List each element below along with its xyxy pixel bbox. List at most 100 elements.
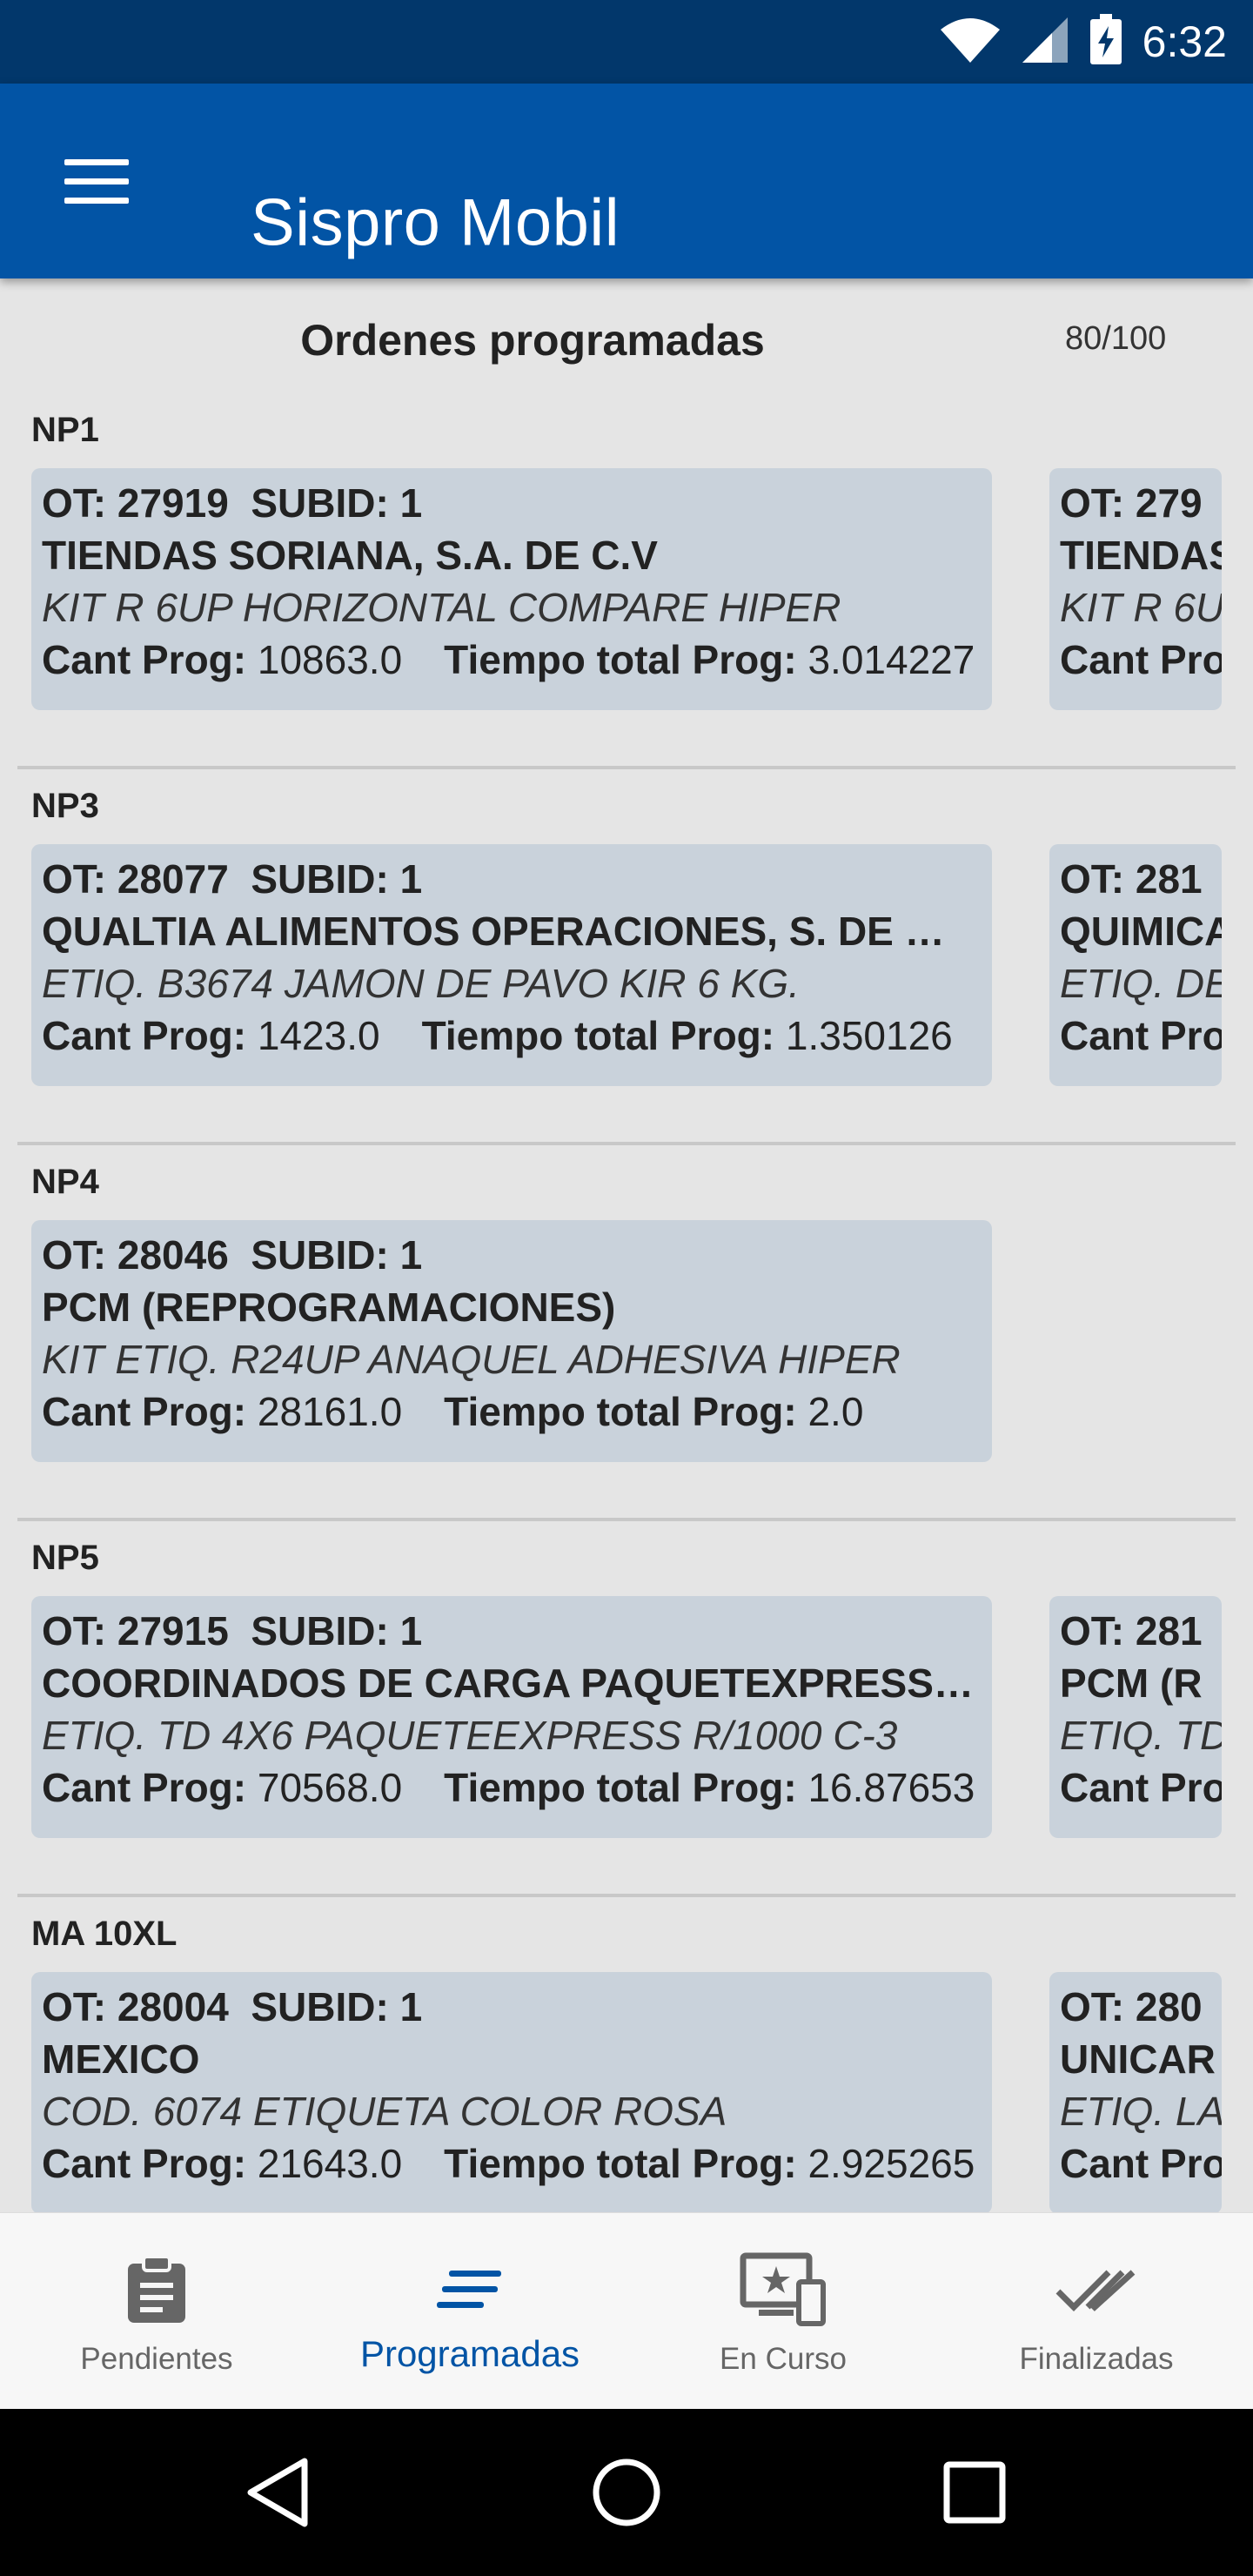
subid-label: SUBID: [251, 480, 389, 526]
cant-value: 28161.0 [257, 1389, 403, 1434]
clipboard-icon [126, 2250, 187, 2330]
cant-label: Cant Pro [1060, 1013, 1222, 1058]
product-name: ETIQ. LA [1060, 2089, 1222, 2134]
recents-icon[interactable] [926, 2444, 1023, 2541]
tiempo-value: 3.014227 [807, 637, 975, 682]
back-icon[interactable] [230, 2444, 327, 2541]
nav-label: En Curso [720, 2342, 847, 2376]
hamburger-menu-icon[interactable] [49, 141, 146, 221]
devices-star-icon [740, 2250, 827, 2330]
ot-label: OT: [1060, 1984, 1125, 2029]
subid-value: 1 [399, 1232, 423, 1278]
tiempo-label: Tiempo total Prog: [421, 1013, 775, 1058]
tiempo-label: Tiempo total Prog: [444, 637, 797, 682]
app-title: Sispro Mobil [251, 185, 620, 260]
tiempo-value: 2.925265 [807, 2141, 975, 2186]
section-np1: NP1 OT: 27919 SUBID: 1 TIENDAS SORIANA, … [0, 392, 1253, 769]
nav-tab-pendientes[interactable]: Pendientes [0, 2213, 313, 2410]
cant-label: Cant Pro [1060, 1765, 1222, 1810]
system-navigation-bar [0, 2409, 1253, 2576]
subid-label: SUBID: [251, 1232, 389, 1278]
status-bar: 6:32 [0, 0, 1253, 84]
product-name: KIT ETIQ. R24UP ANAQUEL ADHESIVA HIPER [42, 1337, 901, 1382]
ot-label: OT: [42, 1984, 107, 2029]
section-np3: NP3 OT: 28077 SUBID: 1 QUALTIA ALIMENTOS… [0, 768, 1253, 1145]
tiempo-label: Tiempo total Prog: [444, 1765, 797, 1810]
subid-label: SUBID: [251, 856, 389, 902]
subid-label: SUBID: [251, 1984, 389, 2029]
nav-label: Programadas [359, 2333, 580, 2374]
section-name: MA 10XL [31, 1915, 178, 1953]
cant-label: Cant Prog: [42, 1389, 247, 1434]
ot-number: 27915 [117, 1608, 229, 1654]
order-card-peek[interactable]: OT: 281 QUIMICA ETIQ. DE Cant Pro [1049, 844, 1222, 1086]
client-name: COORDINADOS DE CARGA PAQUETEXPRESS … [42, 1660, 982, 1706]
product-name: ETIQ. DE [1060, 961, 1222, 1006]
subid-label: SUBID: [251, 1608, 389, 1654]
bottom-navigation: Pendientes Programadas En Curso Finaliza… [0, 2212, 1253, 2409]
status-time: 6:32 [1142, 17, 1227, 66]
order-card[interactable]: OT: 28004 SUBID: 1 MEXICO COD. 6074 ETIQ… [31, 1972, 992, 2212]
ot-label: OT: [42, 1232, 107, 1278]
order-card[interactable]: OT: 28077 SUBID: 1 QUALTIA ALIMENTOS OPE… [31, 844, 992, 1086]
home-icon[interactable] [578, 2444, 675, 2541]
section-np4: NP4 OT: 28046 SUBID: 1 PCM (REPROGRAMACI… [0, 1144, 1253, 1521]
nav-label: Pendientes [80, 2342, 233, 2376]
nav-label: Finalizadas [1019, 2342, 1174, 2376]
battery-charging-icon [1089, 13, 1123, 70]
client-name: TIENDAS SORIANA, S.A. DE C.V [42, 533, 658, 578]
order-card[interactable]: OT: 27915 SUBID: 1 COORDINADOS DE CARGA … [31, 1596, 992, 1838]
product-name: ETIQ. TD [1060, 1713, 1222, 1758]
ot-number: 280 [1135, 1984, 1203, 2029]
order-count: 80/100 [1065, 320, 1167, 357]
orders-list[interactable]: Ordenes programadas 80/100 NP1 OT: 27919… [0, 278, 1253, 2212]
client-name: PCM (R [1060, 1660, 1203, 1706]
subid-value: 1 [399, 480, 423, 526]
nav-tab-programadas[interactable]: Programadas [313, 2213, 626, 2410]
cant-label: Cant Prog: [42, 1765, 247, 1810]
cant-label: Cant Prog: [42, 2141, 247, 2186]
client-name: QUIMICA [1060, 909, 1222, 954]
ot-label: OT: [1060, 1608, 1125, 1654]
product-name: ETIQ. B3674 JAMON DE PAVO KIR 6 KG. [42, 961, 800, 1006]
tiempo-value: 1.350126 [785, 1013, 953, 1058]
cant-value: 1423.0 [257, 1013, 380, 1058]
section-np5: NP5 OT: 27915 SUBID: 1 COORDINADOS DE CA… [0, 1519, 1253, 1897]
cant-label: Cant Pro [1060, 637, 1222, 682]
subid-value: 1 [399, 1608, 423, 1654]
ot-label: OT: [1060, 480, 1125, 526]
order-card-peek[interactable]: OT: 280 UNICAR ETIQ. LA Cant Pro [1049, 1972, 1222, 2212]
client-name: UNICAR [1060, 2036, 1216, 2082]
product-name: ETIQ. TD 4X6 PAQUETEEXPRESS R/1000 C-3 [42, 1713, 898, 1758]
subid-value: 1 [399, 856, 423, 902]
order-card[interactable]: OT: 27919 SUBID: 1 TIENDAS SORIANA, S.A.… [31, 468, 992, 710]
section-name: NP5 [31, 1539, 99, 1577]
tiempo-label: Tiempo total Prog: [444, 1389, 797, 1434]
nav-tab-en-curso[interactable]: En Curso [626, 2213, 940, 2410]
product-name: KIT R 6U [1060, 585, 1222, 630]
ot-number: 28004 [117, 1984, 229, 2029]
cant-value: 70568.0 [257, 1765, 403, 1810]
product-name: KIT R 6UP HORIZONTAL COMPARE HIPER [42, 585, 841, 630]
order-card-peek[interactable]: OT: 281 PCM (R ETIQ. TD Cant Pro [1049, 1596, 1222, 1838]
page-title: Ordenes programadas [300, 316, 765, 365]
ot-label: OT: [1060, 856, 1125, 902]
ot-number: 27919 [117, 480, 229, 526]
tiempo-value: 16.87653 [807, 1765, 975, 1810]
ot-number: 281 [1135, 856, 1203, 902]
ot-number: 279 [1135, 480, 1203, 526]
section-name: NP4 [31, 1163, 99, 1201]
status-icons: 6:32 [939, 12, 1227, 71]
order-card[interactable]: OT: 28046 SUBID: 1 PCM (REPROGRAMACIONES… [31, 1220, 992, 1462]
product-name: COD. 6074 ETIQUETA COLOR ROSA [42, 2089, 727, 2134]
client-name: PCM (REPROGRAMACIONES) [42, 1285, 616, 1330]
wifi-icon [939, 16, 1002, 69]
section-name: NP3 [31, 787, 99, 825]
order-card-peek[interactable]: OT: 279 TIENDAS KIT R 6U Cant Pro [1049, 468, 1222, 710]
tiempo-label: Tiempo total Prog: [444, 2141, 797, 2186]
nav-tab-finalizadas[interactable]: Finalizadas [940, 2213, 1253, 2410]
cant-label: Cant Prog: [42, 637, 247, 682]
ot-label: OT: [42, 856, 107, 902]
ot-label: OT: [42, 1608, 107, 1654]
cant-value: 10863.0 [257, 637, 403, 682]
